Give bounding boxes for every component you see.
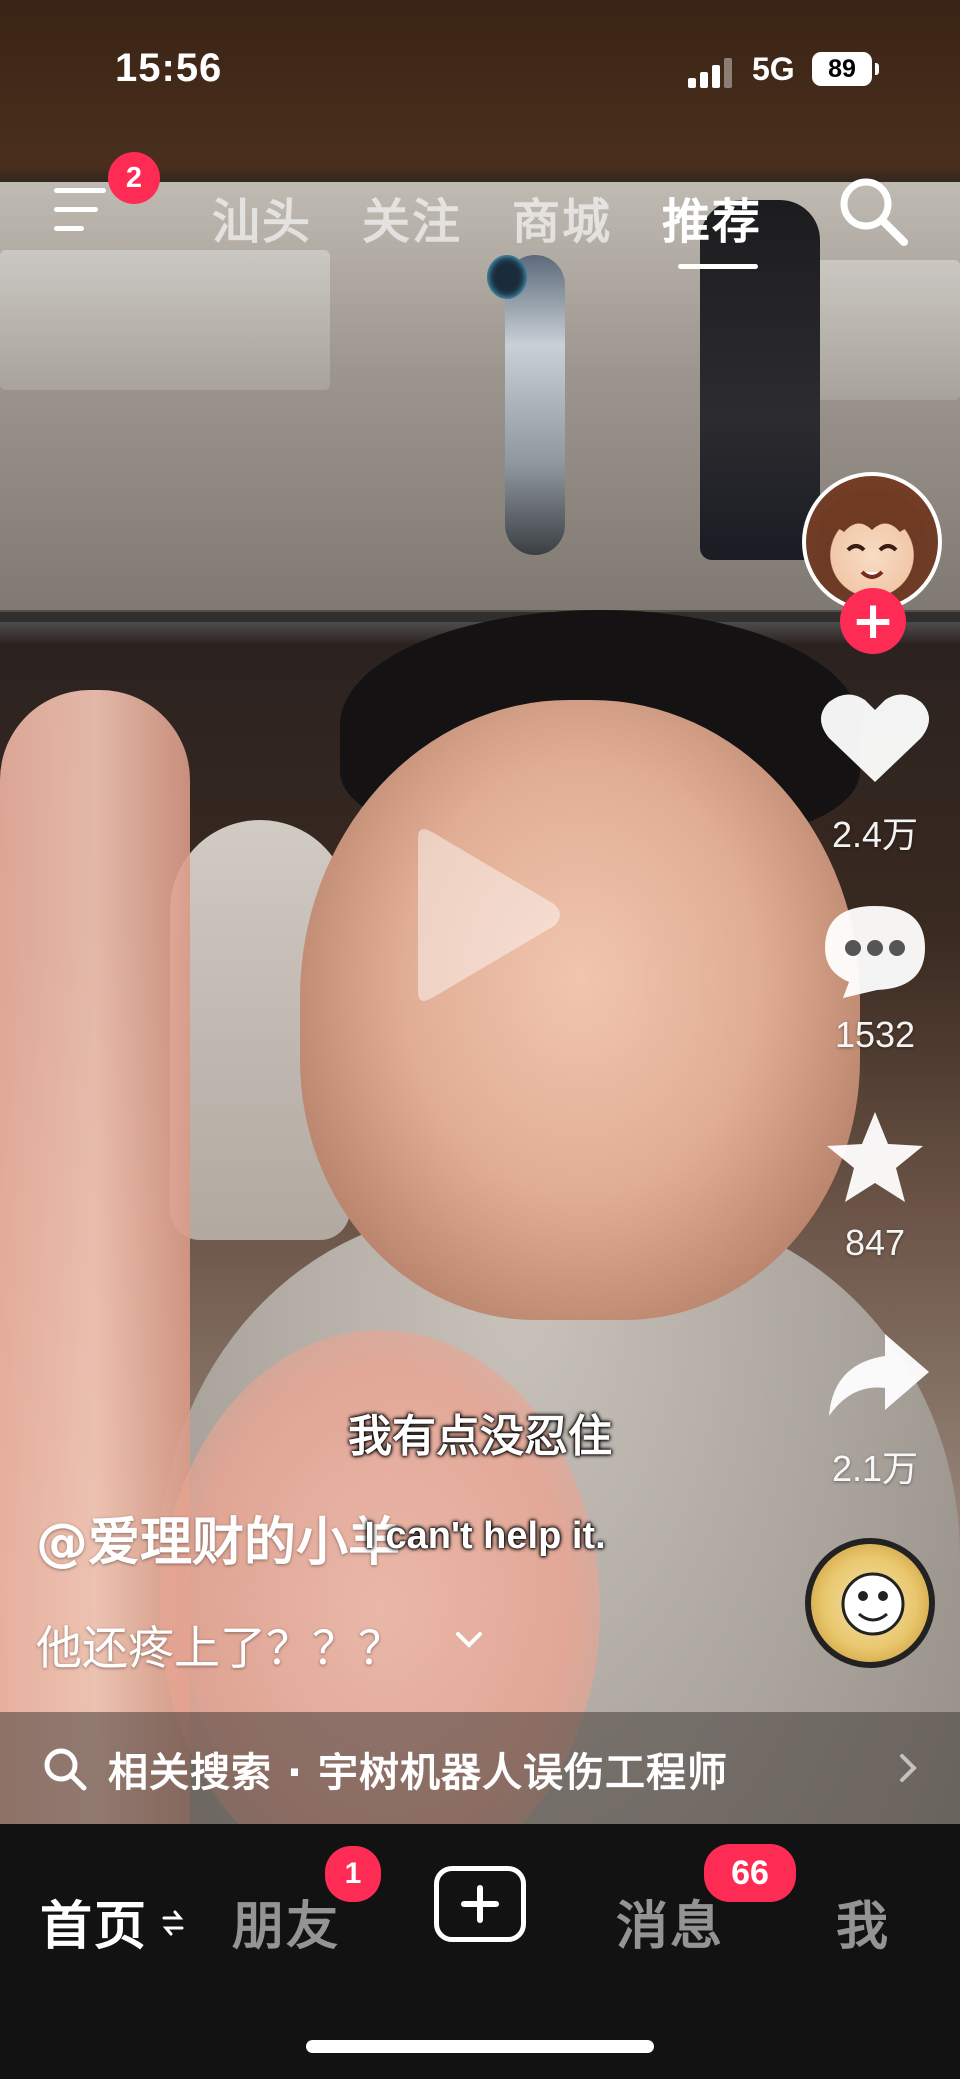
video-split-shadow <box>0 610 960 622</box>
active-tab-indicator <box>678 264 758 269</box>
network-type: 5G <box>752 51 795 87</box>
nav-friends[interactable]: 朋友 <box>232 1884 340 1959</box>
search-icon[interactable] <box>836 174 910 248</box>
heart-icon[interactable] <box>815 688 935 788</box>
monkey-face-icon <box>841 1572 905 1636</box>
battery-level: 89 <box>828 54 856 83</box>
like-count: 2.4万 <box>831 814 919 855</box>
home-indicator[interactable] <box>306 2040 654 2053</box>
video-description[interactable]: 他还疼上了？？？ <box>36 1612 404 1678</box>
comment-count: 1532 <box>834 1014 916 1055</box>
subtitle-english: I can't help it. <box>364 1515 606 1557</box>
related-search-text: 相关搜索 · 宇树机器人误伤工程师 <box>108 1750 729 1796</box>
tab-following[interactable]: 关注 <box>362 182 462 252</box>
app-screen: 15:56 5G 89 2 汕头 关注 商城 推荐 + 2.4万 1532 84… <box>0 0 960 2079</box>
nav-me[interactable]: 我 <box>836 1884 890 1959</box>
subtitle-chinese: 我有点没忍住 <box>348 1411 612 1462</box>
star-icon[interactable] <box>815 1108 935 1208</box>
friends-badge: 1 <box>325 1846 381 1902</box>
menu-badge: 2 <box>108 152 160 204</box>
battery-icon: 89 <box>812 52 879 86</box>
messages-badge: 66 <box>704 1844 796 1902</box>
comment-icon[interactable] <box>815 900 935 1000</box>
related-search-bar[interactable]: 相关搜索 · 宇树机器人误伤工程师 <box>0 1712 960 1824</box>
swap-icon[interactable] <box>160 1906 186 1940</box>
tab-mall[interactable]: 商城 <box>512 182 612 252</box>
chevron-down-icon[interactable] <box>452 1622 486 1656</box>
tab-shantou[interactable]: 汕头 <box>212 182 312 252</box>
menu-icon[interactable] <box>54 188 112 248</box>
plus-icon: + <box>851 591 895 651</box>
nav-home[interactable]: 首页 <box>40 1884 148 1959</box>
video-face <box>300 700 860 1320</box>
video-hand <box>0 690 190 1880</box>
follow-button[interactable]: + <box>840 588 906 654</box>
chevron-right-icon <box>900 1754 917 1782</box>
cellular-signal-icon <box>688 56 736 88</box>
tab-recommend[interactable]: 推荐 <box>662 182 762 252</box>
status-bar: 15:56 5G 89 <box>0 0 960 130</box>
search-icon <box>44 1748 87 1791</box>
create-button[interactable] <box>434 1866 526 1942</box>
video-desks-left <box>0 250 330 390</box>
video-robot-head <box>487 255 527 299</box>
video-robot <box>505 255 565 555</box>
favorite-count: 847 <box>844 1222 906 1263</box>
nav-messages[interactable]: 消息 <box>616 1884 724 1959</box>
plus-icon <box>461 1885 499 1923</box>
status-time: 15:56 <box>115 46 223 90</box>
play-icon[interactable] <box>398 820 568 1010</box>
video-engineer <box>700 200 820 560</box>
